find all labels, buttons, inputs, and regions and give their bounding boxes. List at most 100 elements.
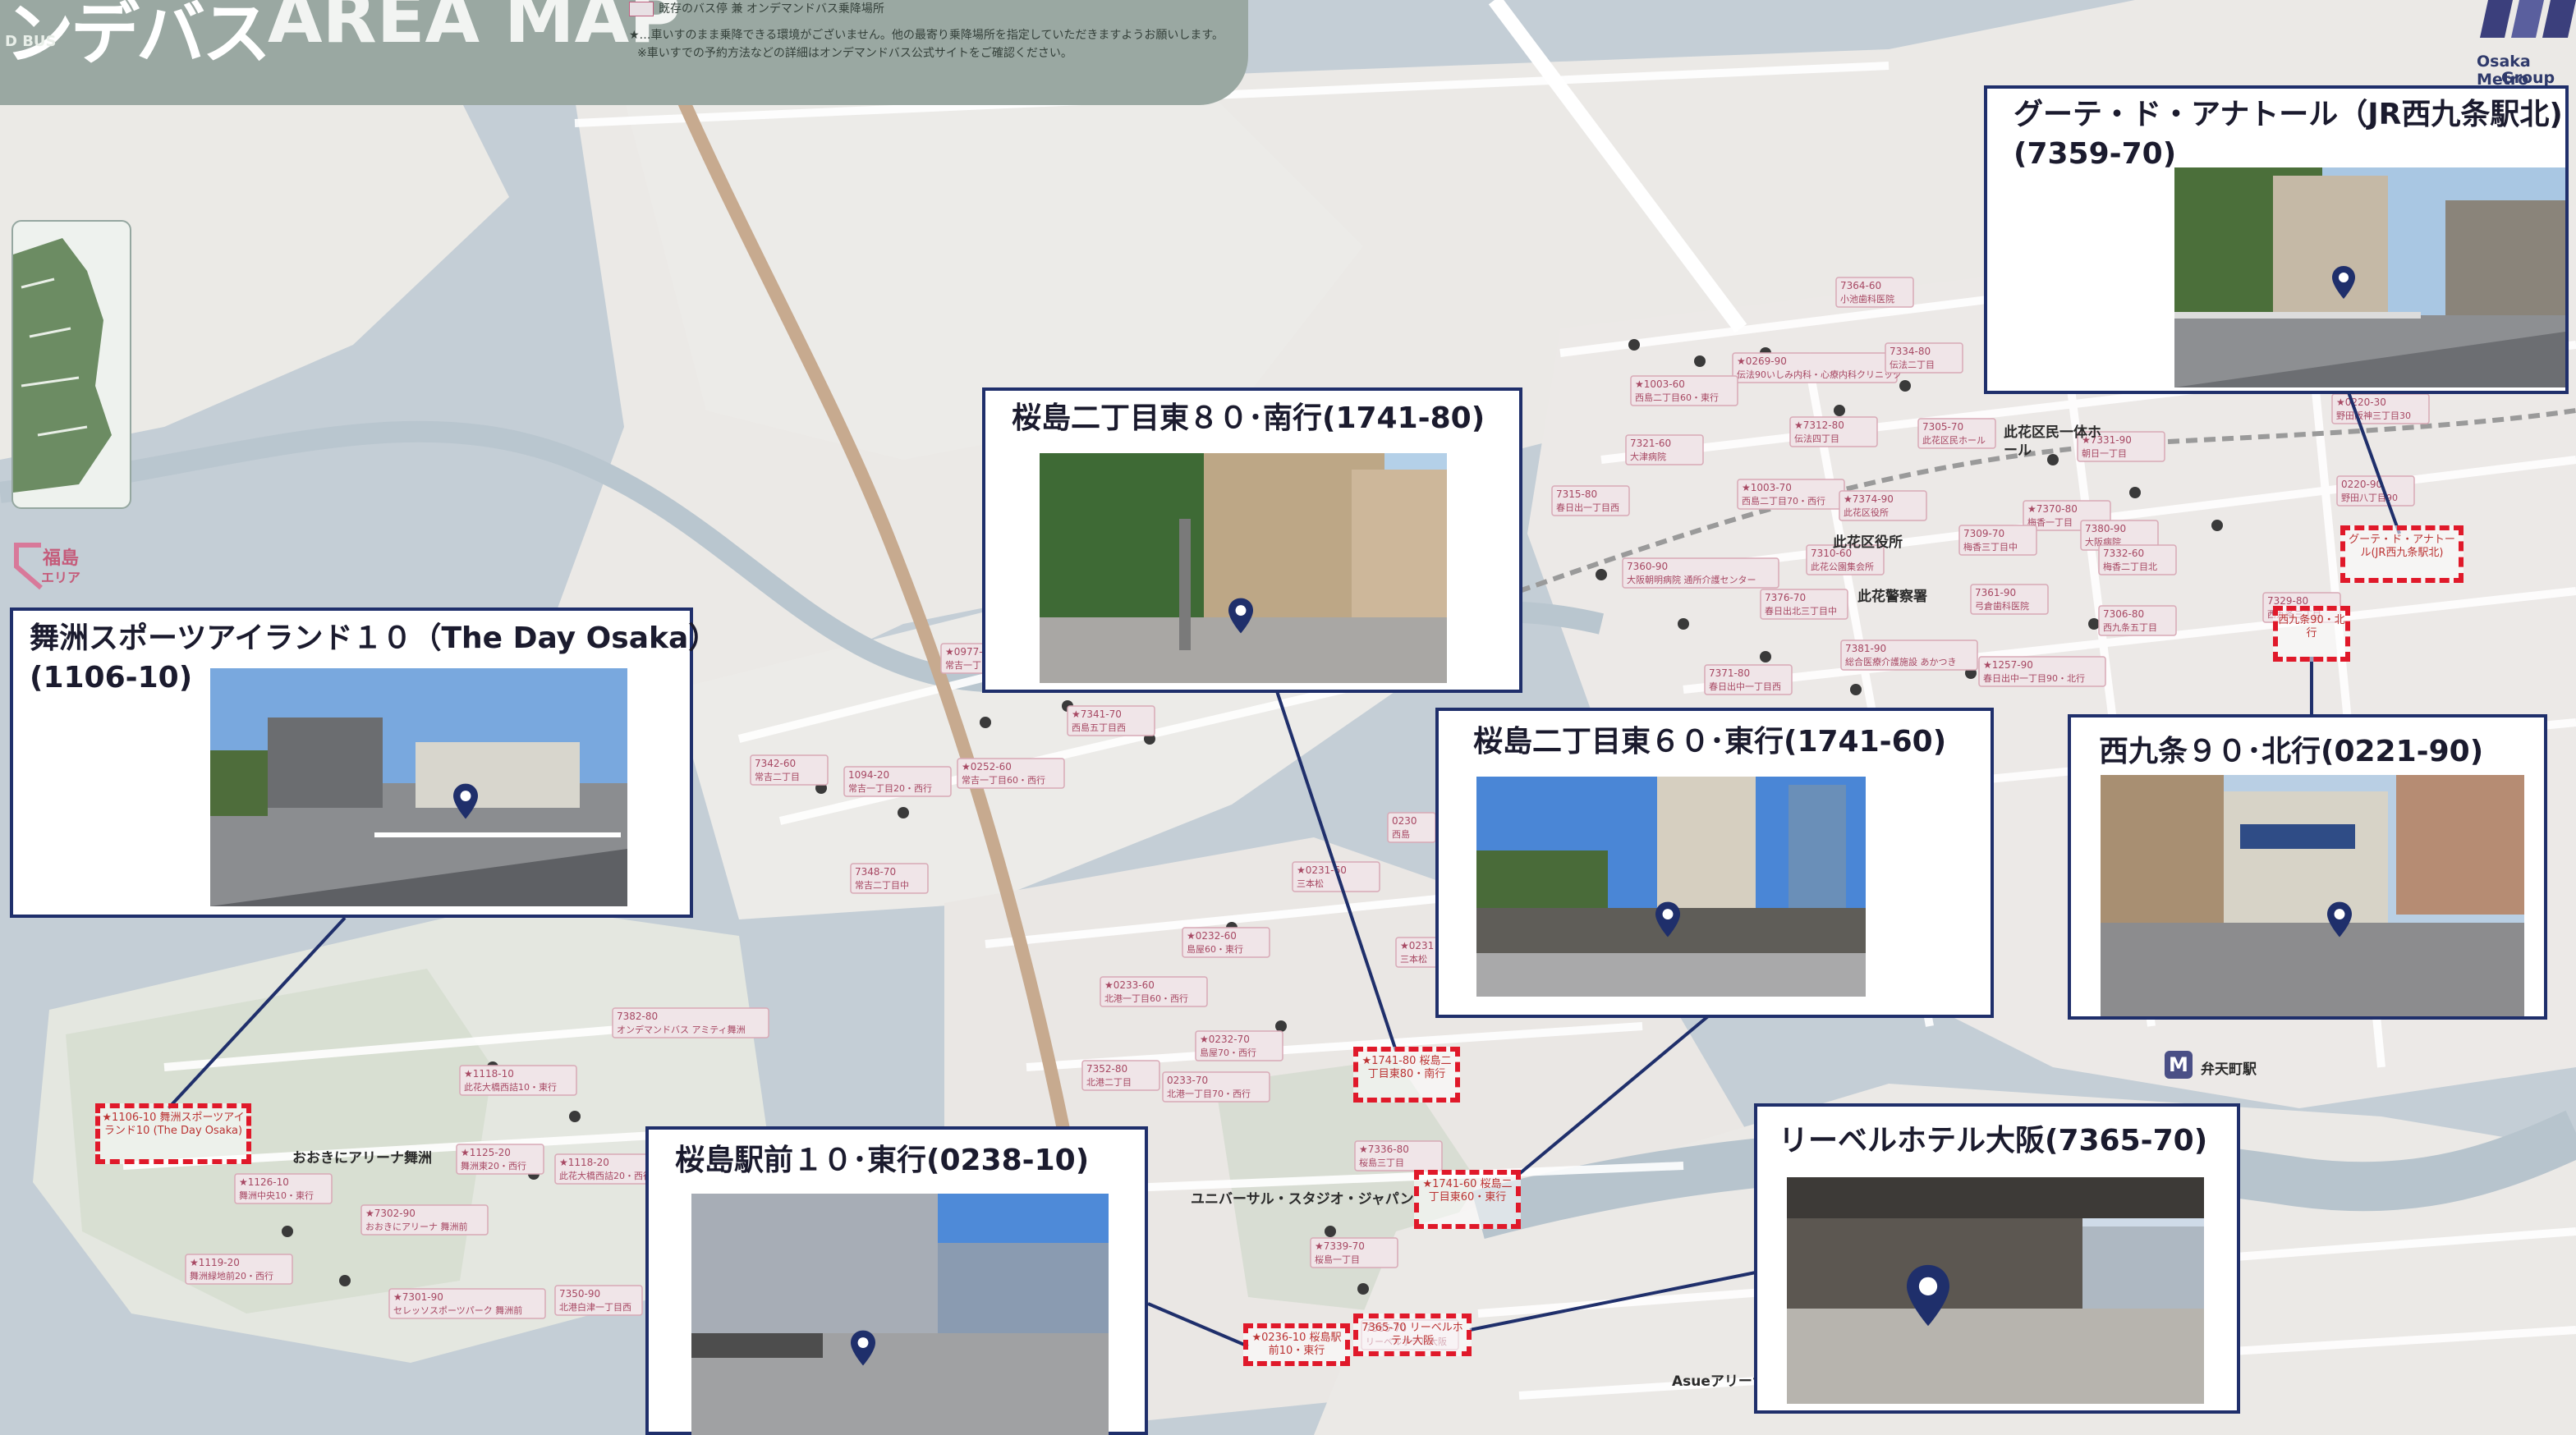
bus-stop-label[interactable]: 7334-80 伝法二丁目 (1885, 342, 1963, 374)
bus-stop-label[interactable]: 7371-80 春日出中一丁目西 (1704, 664, 1793, 695)
bus-stop-label[interactable]: 0230西島 (1387, 812, 1436, 843)
highlight-jr-nishikujo[interactable]: グーテ・ド・アナトール(JR西九条駅北) (2340, 525, 2464, 583)
bus-stop-code: 7305-70 (1922, 421, 1963, 433)
bus-stop-label[interactable]: ★0220-30 野田阪神三丁目30 (2331, 393, 2430, 424)
bus-stop-label[interactable]: ★0252-60 常吉一丁目60・西行 (957, 758, 1065, 789)
callout-riverhotel[interactable]: リーベルホテル大阪(7365-70) (1754, 1103, 2240, 1414)
highlight-sakurajima-st[interactable]: ★0236-10 桜島駅前10・東行 (1243, 1323, 1350, 1366)
bus-stop-code: 7306-80 (2103, 608, 2144, 620)
bus-stop-label[interactable]: ★7336-80 桜島三丁目 (1354, 1140, 1443, 1171)
bus-stop-label[interactable]: ★1125-20 舞洲東20・西行 (456, 1144, 544, 1175)
bus-stop-label[interactable]: ★0233-60 北港一丁目60・西行 (1100, 976, 1208, 1007)
bus-stop-label[interactable]: ★1118-10此花大橋西詰10・東行 (459, 1065, 577, 1096)
bus-stop-name: 北港白津一丁目西 (559, 1301, 631, 1313)
bus-stop-label[interactable]: ★7301-90セレッソスポーツパーク 舞洲前 (388, 1288, 546, 1319)
bus-stop-label[interactable]: ★7302-90 おおきにアリーナ 舞洲前 (360, 1204, 489, 1236)
bus-stop-code: 7360-90 (1627, 561, 1668, 572)
bus-stop-name: 常吉二丁目中 (855, 880, 909, 891)
bus-stop-label[interactable]: ★7374-90 此花区役所 (1839, 490, 1927, 521)
bus-stop-label[interactable]: 1094-20 常吉一丁目20・西行 (843, 766, 952, 797)
bus-stop-label[interactable]: ★0232-60島屋60・東行 (1182, 927, 1270, 958)
bus-stop-label[interactable]: 7364-60 小池歯科医院 (1835, 277, 1914, 308)
landmark-konohana-hall: 此花区民一体ホール (2004, 424, 2101, 459)
bus-stop-name: 此花大橋西詰20・西行 (559, 1170, 652, 1181)
legend-bus-stop-icon (629, 2, 654, 16)
bus-stop-label[interactable]: 7309-70 梅香三丁目中 (1958, 525, 2037, 556)
bus-stop-code: ★1119-20 (190, 1257, 240, 1268)
bus-stop-code: 0233-70 (1167, 1075, 1208, 1086)
stop-photo (1787, 1177, 2204, 1404)
bus-stop-label[interactable]: 7315-80 春日出一丁目西 (1551, 485, 1630, 516)
bus-stop-label[interactable]: 7382-80 オンデマンドバス アミティ舞洲 (612, 1007, 769, 1038)
bus-stop-name: 弓倉歯科医院 (1975, 600, 2029, 612)
callout-sakurajima-60[interactable]: 桜島二丁目東６０･東行(1741-60) (1435, 708, 1994, 1018)
bus-stop-code: 1094-20 (848, 769, 889, 781)
bus-stop-name: 西島五丁目西 (1072, 722, 1126, 733)
bus-stop-label[interactable]: ★0232-70 島屋70・西行 (1195, 1030, 1283, 1061)
highlight-maishima[interactable]: ★1106-10 舞洲スポーツアイランド10 (The Day Osaka) (95, 1103, 251, 1164)
bus-stop-label[interactable]: 7305-70 此花区民ホール (1917, 418, 1996, 449)
callout-title: 桜島二丁目東６０･東行(1741-60) (1473, 725, 1947, 759)
bus-stop-code: 7321-60 (1630, 438, 1671, 449)
bus-stop-label[interactable]: ★7339-70 桜島一丁目 (1310, 1237, 1398, 1268)
bus-stop-name: 大津病院 (1630, 451, 1666, 462)
bus-stop-label[interactable]: ★7341-70 西島五丁目西 (1067, 705, 1155, 736)
bus-stop-label[interactable]: 0233-70 北港一丁目70・西行 (1162, 1071, 1270, 1103)
bus-stop-label[interactable]: 7360-90 大阪朝明病院 通所介護センター (1622, 557, 1779, 589)
bus-stop-name: 桜島一丁目 (1315, 1254, 1360, 1265)
header-banner: ンデバス D BUS AREA MAP 既存のバス停 兼 オンデマンドバス乗降場… (0, 0, 1248, 105)
metro-mark-icon (2480, 0, 2576, 38)
bus-stop-label[interactable]: 7350-90北港白津一丁目西 (554, 1285, 643, 1316)
bus-stop-label[interactable]: 7342-60 常吉二丁目 (750, 754, 829, 786)
bus-stop-name: 此花区民ホール (1922, 435, 1986, 446)
bus-stop-code: 7309-70 (1963, 528, 2004, 539)
metro-station-icon: M (2165, 1051, 2193, 1079)
location-pin-icon (1228, 598, 1253, 634)
legend-line-3: ※車いすでの予約方法などの詳細はオンデマンドバス公式サイトをご確認ください。 (637, 47, 1072, 60)
stop-photo (1476, 777, 1866, 997)
bus-stop-label[interactable]: ★7312-80 伝法四丁目 (1789, 416, 1878, 447)
bus-stop-code: ★7374-90 (1844, 493, 1894, 505)
callout-maishima[interactable]: 舞洲スポーツアイランド１０（The Day Osaka） (1106-10) (10, 607, 718, 918)
bus-stop-label[interactable]: 7361-90 弓倉歯科医院 (1970, 584, 2049, 615)
bus-stop-label[interactable]: 7376-70 春日出北三丁目中 (1760, 589, 1848, 620)
bus-stop-label[interactable]: ★1003-70 西島二丁目70・西行 (1737, 479, 1845, 510)
callout-nishikujo-90[interactable]: 西九条９０･北行(0221-90) (2068, 714, 2547, 1020)
highlight-riverhotel[interactable]: 7365-70 リーベルホテル大阪 (1353, 1314, 1472, 1356)
bus-stop-code: 7350-90 (559, 1288, 600, 1300)
callout-sakurajima-80[interactable]: 桜島二丁目東８０･南行(1741-80) (982, 387, 1522, 693)
bus-stop-label[interactable]: ★1126-10 舞洲中央10・東行 (234, 1173, 333, 1204)
location-pin-icon (2327, 901, 2352, 938)
bus-stop-label[interactable]: 7352-80 北港二丁目 (1081, 1060, 1160, 1091)
bus-stop-label[interactable]: ★0269-90 伝法90いしみ内科・心療内科クリニック (1732, 352, 1902, 383)
bus-stop-label[interactable]: 0220-90野田八丁目90 (2336, 475, 2415, 507)
bus-stop-label[interactable]: ★1003-60 西島二丁目60・東行 (1630, 375, 1738, 406)
callout-sakurajima-st[interactable]: 桜島駅前１０･東行(0238-10) (645, 1126, 1148, 1435)
landmark-maishima-arena: おおきにアリーナ舞洲 (292, 1150, 432, 1167)
highlight-nishikujo-90[interactable]: 西九条90・北行 (2273, 606, 2350, 662)
bus-stop-name: 島屋60・東行 (1187, 943, 1243, 955)
bus-stop-code: 7371-80 (1709, 667, 1750, 679)
bus-stop-label[interactable]: 7348-70 常吉二丁目中 (850, 863, 929, 894)
bus-stop-code: ★7370-80 (2027, 503, 2078, 515)
location-pin-icon (1655, 901, 1680, 938)
bus-stop-name: 此花公園集会所 (1811, 561, 1874, 572)
bus-stop-name: 此花大橋西詰10・東行 (464, 1081, 557, 1093)
callout-title: グーテ・ド・アナトール（JR西九条駅北) (7359-70) (2014, 98, 2563, 171)
bus-stop-label[interactable]: 7306-80西九条五丁目 (2098, 605, 2177, 636)
bus-stop-label[interactable]: 7381-90 総合医療介護施設 あかつき (1840, 640, 1978, 671)
inset-minimap (11, 220, 131, 509)
bus-stop-name: 大阪朝明病院 通所介護センター (1627, 574, 1756, 585)
bus-stop-label[interactable]: 7332-60 梅香二丁目北 (2098, 544, 2177, 575)
bus-stop-name: 春日出一丁目西 (1556, 502, 1619, 513)
callout-jr-nishikujo[interactable]: グーテ・ド・アナトール（JR西九条駅北) (7359-70) (1984, 85, 2569, 394)
legend-line-1: 既存のバス停 兼 オンデマンドバス乗降場所 (629, 0, 884, 16)
bus-stop-name: 舞洲緑地前20・西行 (190, 1270, 273, 1281)
highlight-sakurajima-60[interactable]: ★1741-60 桜島二丁目東60・東行 (1414, 1170, 1521, 1229)
bus-stop-label[interactable]: ★1119-20 舞洲緑地前20・西行 (185, 1254, 293, 1285)
bus-stop-code: ★0233-60 (1104, 979, 1155, 991)
location-pin-icon (2332, 266, 2355, 299)
bus-stop-label[interactable]: ★1257-90春日出中一丁目90・北行 (1978, 656, 2106, 687)
highlight-sakurajima-80[interactable]: ★1741-80 桜島二丁目東80・南行 (1353, 1047, 1460, 1103)
bus-stop-label[interactable]: 7321-60 大津病院 (1625, 434, 1704, 465)
